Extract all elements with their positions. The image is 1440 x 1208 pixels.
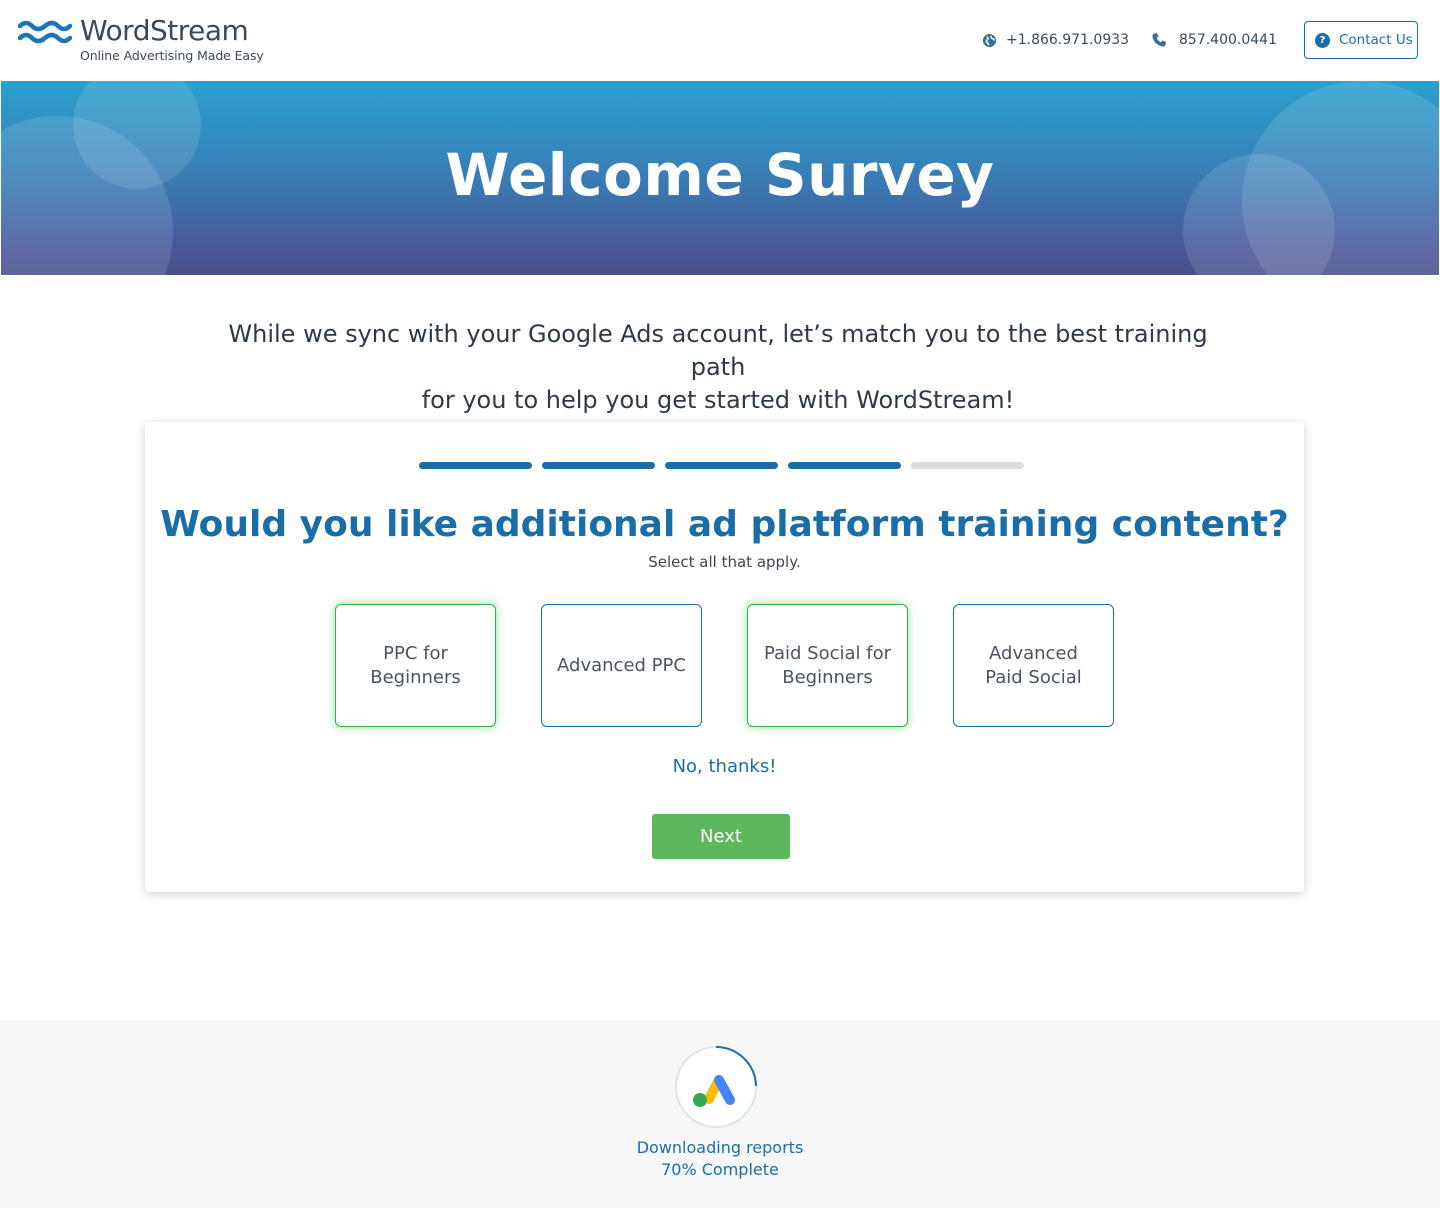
survey-card: Would you like additional ad platform tr… bbox=[145, 422, 1304, 892]
globe-icon bbox=[982, 33, 997, 47]
survey-progress bbox=[419, 462, 1024, 469]
intro-line-2: for you to help you get started with Wor… bbox=[421, 386, 1015, 414]
top-header: WordStream Online Advertising Made Easy … bbox=[0, 0, 1440, 81]
sync-percent: 70% Complete bbox=[661, 1160, 779, 1179]
local-phone[interactable]: 857.400.0441 bbox=[1151, 30, 1277, 50]
welcome-banner: Welcome Survey bbox=[1, 81, 1439, 275]
intro-line-1: While we sync with your Google Ads accou… bbox=[228, 320, 1208, 381]
next-button[interactable]: Next bbox=[652, 814, 790, 859]
option-advanced-ppc[interactable]: Advanced PPC bbox=[541, 604, 702, 727]
progress-segment bbox=[911, 462, 1024, 469]
contact-us-button[interactable]: ? Contact Us bbox=[1304, 21, 1418, 59]
google-ads-icon bbox=[675, 1046, 757, 1128]
option-ppc-for-beginners[interactable]: PPC for Beginners bbox=[335, 604, 496, 727]
local-phone-number: 857.400.0441 bbox=[1179, 32, 1277, 48]
help-icon: ? bbox=[1315, 32, 1330, 48]
option-label: Advanced PPC bbox=[557, 654, 686, 676]
logo-tagline: Online Advertising Made Easy bbox=[80, 48, 264, 63]
option-paid-social-for-beginners[interactable]: Paid Social for Beginners bbox=[747, 604, 908, 727]
sync-status-footer: Downloading reports 70% Complete bbox=[0, 1020, 1440, 1208]
wordstream-logo[interactable]: WordStream Online Advertising Made Easy bbox=[18, 14, 278, 68]
survey-options: PPC for Beginners Advanced PPC Paid Soci… bbox=[335, 604, 1114, 727]
international-phone-number: +1.866.971.0933 bbox=[1006, 32, 1130, 48]
intro-text: While we sync with your Google Ads accou… bbox=[220, 318, 1216, 417]
option-label: Paid Social for Beginners bbox=[763, 642, 892, 688]
progress-segment bbox=[542, 462, 655, 469]
contact-us-label: Contact Us bbox=[1339, 32, 1413, 48]
phone-icon bbox=[1152, 33, 1166, 47]
page-title: Welcome Survey bbox=[445, 141, 995, 209]
waves-icon bbox=[18, 20, 72, 44]
progress-segment bbox=[665, 462, 778, 469]
next-button-label: Next bbox=[700, 826, 742, 847]
option-label: PPC for Beginners bbox=[370, 642, 461, 688]
progress-segment bbox=[788, 462, 901, 469]
sync-status-line: Downloading reports bbox=[636, 1138, 804, 1157]
sync-status-text: Downloading reports 70% Complete bbox=[0, 1137, 1440, 1181]
no-thanks-link[interactable]: No, thanks! bbox=[673, 756, 777, 777]
no-thanks-row: No, thanks! bbox=[145, 756, 1304, 777]
option-label: Advanced Paid Social bbox=[985, 642, 1082, 688]
option-advanced-paid-social[interactable]: Advanced Paid Social bbox=[953, 604, 1114, 727]
logo-name: WordStream bbox=[80, 14, 249, 47]
survey-question: Would you like additional ad platform tr… bbox=[160, 504, 1289, 545]
progress-segment bbox=[419, 462, 532, 469]
international-phone[interactable]: +1.866.971.0933 bbox=[982, 30, 1129, 50]
survey-subtitle: Select all that apply. bbox=[648, 553, 801, 571]
